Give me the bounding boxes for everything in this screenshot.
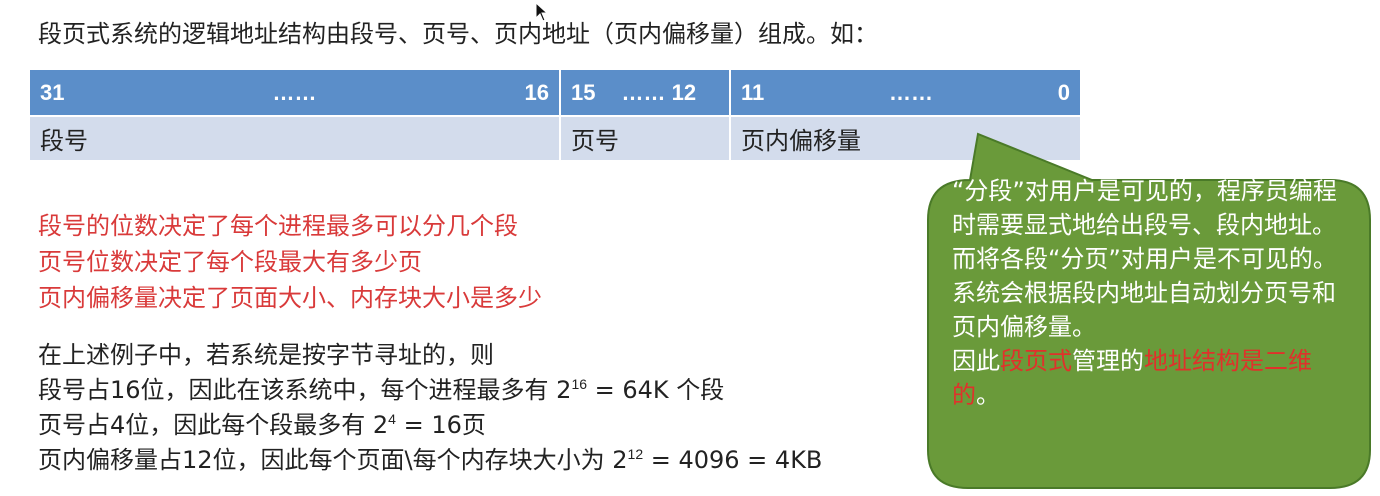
note-segment-bits: 段号的位数决定了每个进程最多可以分几个段	[38, 212, 518, 240]
bit-low: 16	[524, 79, 549, 105]
page-bits-header: 15 …… 12	[560, 70, 731, 116]
page-offset-field: 页内偏移量	[730, 115, 1080, 160]
logical-address-table: 31 …… 16 15 …… 12 11 …… 0 段号 页号 页内偏移量	[30, 70, 1080, 160]
example-line-4: 页内偏移量占12位，因此每个页面\每个内存块大小为 212 = 4096 = 4…	[38, 446, 823, 474]
bit-high: 11	[741, 79, 765, 105]
callout-text: “分段”对用户是可见的，程序员编程时需要显式地给出段号、段内地址。而将各段“分页…	[952, 174, 1347, 412]
example-line-3: 页号占4位，因此每个段最多有 24 = 16页	[38, 411, 486, 439]
highlight-segment-paging: 段页式	[1000, 347, 1072, 375]
bit-high: 15	[571, 79, 596, 105]
segment-bits-header: 31 …… 16	[30, 70, 561, 116]
example-line-2: 段号占16位，因此在该系统中，每个进程最多有 216 = 64K 个段	[38, 376, 725, 404]
bit-significance-notes: 段号的位数决定了每个进程最多可以分几个段 页号位数决定了每个段最大有多少页 页内…	[38, 208, 542, 316]
bit-range-header: 31 …… 16 15 …… 12 11 …… 0	[30, 70, 1080, 116]
page-number-field: 页号	[560, 115, 731, 160]
field-name-row: 段号 页号 页内偏移量	[30, 115, 1080, 160]
note-offset-bits: 页内偏移量决定了页面大小、内存块大小是多少	[38, 284, 542, 312]
bit-low: 0	[1057, 79, 1070, 105]
intro-text: 段页式系统的逻辑地址结构由段号、页号、页内地址（页内偏移量）组成。如：	[38, 20, 878, 48]
bit-ellipsis: ……	[272, 79, 317, 105]
note-page-bits: 页号位数决定了每个段最大有多少页	[38, 248, 422, 276]
example-line-1: 在上述例子中，若系统是按字节寻址的，则	[38, 341, 494, 369]
bit-ellipsis: ……	[889, 79, 933, 105]
callout-paragraph-2: 因此段页式管理的地址结构是二维的。	[952, 347, 1312, 409]
callout-paragraph-1: “分段”对用户是可见的，程序员编程时需要显式地给出段号、段内地址。而将各段“分页…	[952, 177, 1337, 341]
offset-bits-header: 11 …… 0	[730, 70, 1080, 116]
mouse-cursor-icon	[535, 2, 549, 22]
bit-ellipsis-low: …… 12	[621, 79, 697, 105]
bit-high: 31	[40, 79, 65, 105]
example-explanation: 在上述例子中，若系统是按字节寻址的，则 段号占16位，因此在该系统中，每个进程最…	[38, 338, 822, 478]
segment-number-field: 段号	[30, 115, 561, 160]
